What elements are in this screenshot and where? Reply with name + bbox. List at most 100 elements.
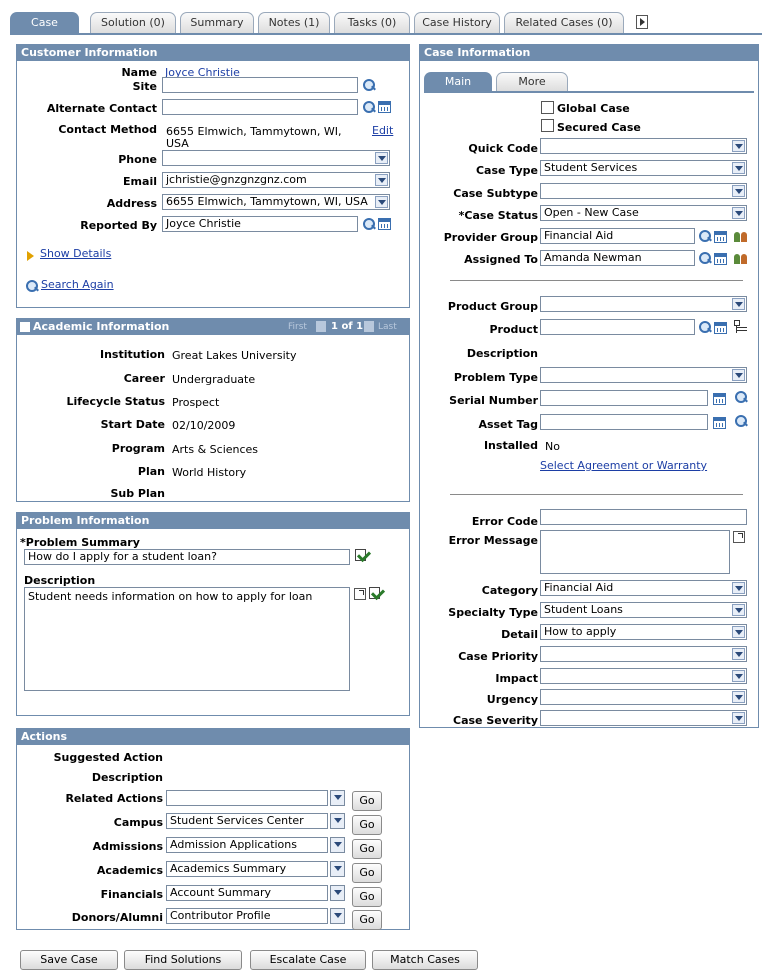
product-input[interactable] [540,319,695,335]
calendar-icon[interactable] [714,253,727,265]
search-icon[interactable] [698,251,712,265]
case-status-value: Open - New Case [544,206,639,219]
address-select[interactable]: 6655 Elmwich, Tammytown, WI, USA [162,194,390,210]
calendar-icon[interactable] [378,101,391,113]
chevron-down-icon [732,207,745,219]
search-icon[interactable] [734,390,748,404]
search-icon[interactable] [362,217,376,231]
subtab-main[interactable]: Main [424,72,492,92]
calendar-icon[interactable] [713,393,726,405]
career-label: Career [123,372,165,385]
admissions-select[interactable]: Admission Applications [166,837,328,853]
academics-go-button[interactable]: Go [352,863,382,883]
match-cases-button[interactable]: Match Cases [372,950,478,970]
academics-select[interactable]: Academics Summary [166,861,328,877]
search-icon[interactable] [734,414,748,428]
secured-case-label: Secured Case [557,121,641,134]
prev-arrow-icon[interactable] [316,321,326,332]
calendar-icon[interactable] [714,322,727,334]
description-textarea[interactable]: Student needs information on how to appl… [24,587,350,691]
tab-related-cases[interactable]: Related Cases (0) [504,12,624,34]
error-message-textarea[interactable] [540,530,730,574]
chevron-down-icon[interactable] [330,790,345,806]
case-type-select[interactable]: Student Services [540,160,747,176]
urgency-select[interactable] [540,689,747,705]
subtab-more[interactable]: More [496,72,568,92]
phone-select[interactable] [162,150,390,166]
category-select[interactable]: Financial Aid [540,580,747,596]
spell-check-icon[interactable] [354,549,370,563]
search-again-link[interactable]: Search Again [41,278,114,291]
serial-number-input[interactable] [540,390,708,406]
campus-go-button[interactable]: Go [352,815,382,835]
assigned-to-input[interactable]: Amanda Newman [540,250,695,266]
donors-alumni-go-button[interactable]: Go [352,910,382,930]
admissions-go-button[interactable]: Go [352,839,382,859]
escalate-case-button[interactable]: Escalate Case [250,950,366,970]
case-priority-select[interactable] [540,646,747,662]
case-severity-select[interactable] [540,710,747,726]
related-actions-select[interactable] [166,790,328,806]
detail-select[interactable]: How to apply [540,624,747,640]
people-icon[interactable] [733,251,748,265]
problem-type-select[interactable] [540,367,747,383]
search-icon[interactable] [362,100,376,114]
email-select[interactable]: jchristie@gnzgnzgnz.com [162,172,390,188]
tab-case-history[interactable]: Case History [414,12,500,34]
search-icon[interactable] [698,229,712,243]
financials-go-button[interactable]: Go [352,887,382,907]
detail-label: Detail [501,628,538,641]
chevron-down-icon[interactable] [330,861,345,877]
error-message-label: Error Message [448,534,538,547]
save-case-button[interactable]: Save Case [20,950,118,970]
tree-icon[interactable] [734,320,748,334]
financials-select[interactable]: Account Summary [166,885,328,901]
zoom-icon[interactable] [354,588,366,600]
reported-by-input[interactable]: Joyce Christie [162,216,358,232]
chevron-down-icon[interactable] [330,908,345,924]
spell-check-icon[interactable] [368,587,384,601]
global-case-checkbox[interactable] [541,101,554,114]
calendar-icon[interactable] [714,231,727,243]
impact-select[interactable] [540,668,747,684]
next-tab-icon[interactable] [636,15,648,29]
chevron-down-icon[interactable] [330,837,345,853]
problem-summary-input[interactable]: How do I apply for a student loan? [24,549,350,565]
tab-solution[interactable]: Solution (0) [90,12,176,34]
chevron-down-icon [375,152,388,164]
chevron-down-icon [732,582,745,594]
search-icon[interactable] [362,78,376,92]
calendar-icon[interactable] [378,218,391,230]
people-icon[interactable] [733,229,748,243]
asset-tag-input[interactable] [540,414,708,430]
tab-tasks[interactable]: Tasks (0) [334,12,410,34]
tab-notes[interactable]: Notes (1) [258,12,330,34]
secured-case-checkbox[interactable] [541,119,554,132]
specialty-type-select[interactable]: Student Loans [540,602,747,618]
error-code-input[interactable] [540,509,747,525]
related-actions-go-button[interactable]: Go [352,791,382,811]
case-subtype-select[interactable] [540,183,747,199]
tab-summary[interactable]: Summary [180,12,254,34]
calendar-icon[interactable] [713,417,726,429]
collapse-icon[interactable] [20,322,30,332]
search-icon[interactable] [698,320,712,334]
provider-group-input[interactable]: Financial Aid [540,228,695,244]
campus-select[interactable]: Student Services Center [166,813,328,829]
chevron-down-icon[interactable] [330,813,345,829]
institution-label: Institution [99,348,165,361]
edit-contact-method-link[interactable]: Edit [372,124,393,137]
zoom-icon[interactable] [733,531,745,543]
site-input[interactable] [162,77,358,93]
product-group-select[interactable] [540,296,747,312]
alternate-contact-input[interactable] [162,99,358,115]
quick-code-select[interactable] [540,138,747,154]
select-agreement-link[interactable]: Select Agreement or Warranty [540,459,707,472]
tab-case[interactable]: Case [10,12,79,34]
donors-alumni-select[interactable]: Contributor Profile [166,908,328,924]
show-details-link[interactable]: Show Details [40,247,111,260]
chevron-down-icon[interactable] [330,885,345,901]
find-solutions-button[interactable]: Find Solutions [124,950,242,970]
next-arrow-icon[interactable] [364,321,374,332]
case-status-select[interactable]: Open - New Case [540,205,747,221]
